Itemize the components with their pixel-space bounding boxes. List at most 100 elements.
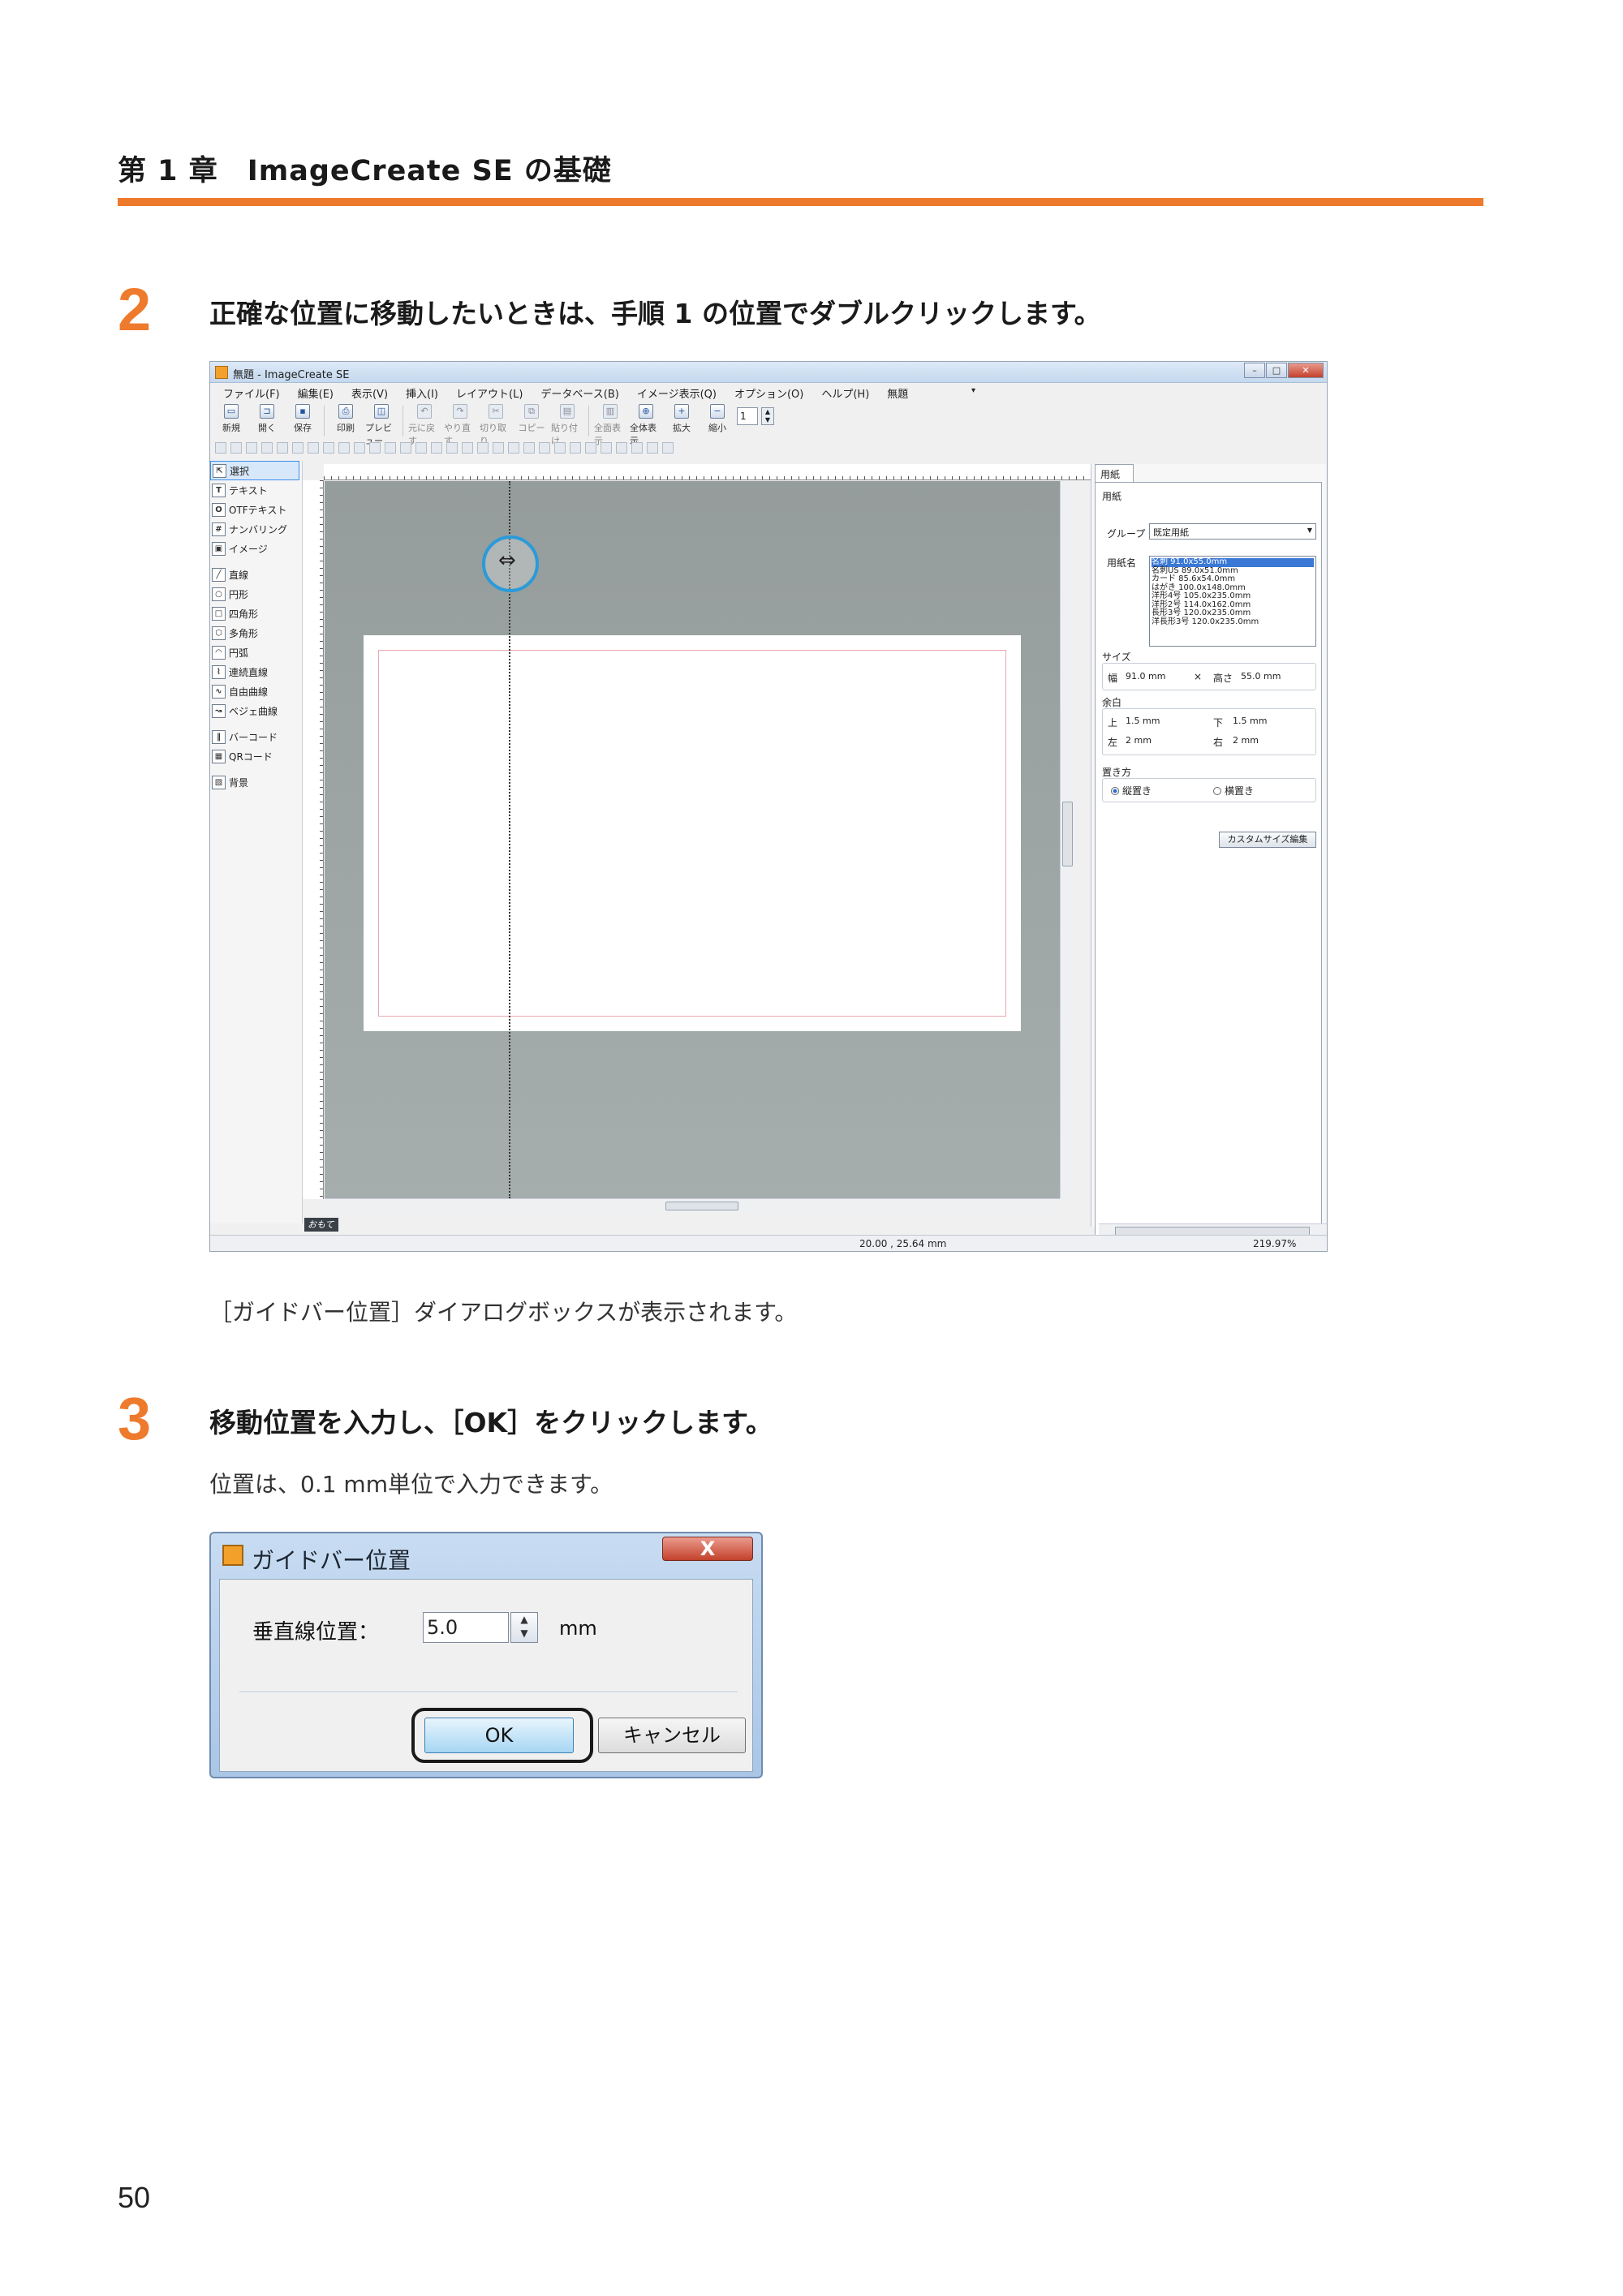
tool-qrcode[interactable]: ▦ QRコード — [210, 746, 302, 766]
paper-name-list[interactable]: 名刺 91.0x55.0mm 名刺US 89.0x51.0mm カード 85.6x5… — [1149, 556, 1316, 647]
menu-layout[interactable]: レイアウト(L) — [456, 385, 523, 401]
align-tool-icon[interactable] — [431, 442, 442, 454]
align-tool-icon[interactable] — [308, 442, 319, 454]
ok-button[interactable]: OK — [424, 1718, 574, 1753]
align-tool-icon[interactable] — [631, 442, 643, 454]
align-tool-icon[interactable] — [554, 442, 566, 454]
margin-bottom-value[interactable]: 1.5 mm — [1233, 716, 1267, 726]
margin-left-value[interactable]: 2 mm — [1126, 735, 1152, 746]
horizontal-scroll-thumb[interactable] — [665, 1202, 738, 1210]
tool-polyline[interactable]: ⌇ 連続直線 — [210, 662, 302, 681]
spin-up-icon[interactable]: ▲ — [520, 1614, 527, 1625]
portrait-radio[interactable]: 縦置き — [1111, 784, 1152, 798]
paper-list-item[interactable]: 長形3号 120.0x235.0mm — [1152, 608, 1314, 618]
align-tool-icon[interactable] — [446, 442, 458, 454]
dialog-close-button[interactable]: X — [662, 1537, 753, 1561]
tool-ellipse[interactable]: ○ 円形 — [210, 584, 302, 604]
cancel-button[interactable]: キャンセル — [598, 1718, 746, 1753]
design-canvas[interactable] — [325, 481, 1060, 1198]
menu-document[interactable]: 無題 — [887, 385, 908, 401]
align-tool-icon[interactable] — [277, 442, 288, 454]
menu-help[interactable]: ヘルプ(H) — [821, 385, 869, 401]
toolbar-button-3[interactable]: ⎙ 印刷 — [329, 404, 362, 438]
menu-insert[interactable]: 挿入(I) — [406, 385, 438, 401]
tool-background[interactable]: ▧ 背景 — [210, 772, 302, 792]
align-tool-icon[interactable] — [647, 442, 658, 454]
position-spinner[interactable]: ▲ ▼ — [510, 1612, 538, 1643]
toolbar-button-7[interactable]: ✂ 切り取り — [480, 404, 512, 446]
toolbar-button-11[interactable]: ⊕ 全体表示 — [630, 404, 662, 446]
align-tool-icon[interactable] — [369, 442, 381, 454]
align-tool-icon[interactable] — [662, 442, 674, 454]
group-select[interactable]: 既定用紙 — [1149, 523, 1316, 540]
canvas-vertical-scrollbar[interactable] — [1060, 481, 1074, 1198]
landscape-radio[interactable]: 横置き — [1213, 784, 1254, 798]
align-tool-icon[interactable] — [385, 442, 396, 454]
vertical-scroll-thumb[interactable] — [1062, 802, 1073, 866]
toolbar-button-4[interactable]: ◫ プレビュー — [365, 404, 398, 446]
toolbar-button-0[interactable]: ▭ 新規 — [215, 404, 248, 438]
front-side-tab[interactable]: おもて — [304, 1218, 338, 1232]
horizontal-ruler[interactable] — [324, 464, 1135, 480]
zoom-input[interactable]: 1 — [737, 407, 758, 425]
align-tool-icon[interactable] — [523, 442, 535, 454]
tool-text[interactable]: T テキスト — [210, 480, 302, 500]
tool-bezier[interactable]: ↝ ベジェ曲線 — [210, 701, 302, 720]
menu-options[interactable]: オプション(O) — [734, 385, 803, 401]
toolbar-button-2[interactable]: ▪ 保存 — [286, 404, 319, 438]
align-tool-icon[interactable] — [215, 442, 226, 454]
tool-image[interactable]: ▣ イメージ — [210, 539, 302, 558]
zoom-level[interactable]: 219.97% — [1253, 1238, 1296, 1249]
align-tool-icon[interactable] — [570, 442, 581, 454]
margin-top-value[interactable]: 1.5 mm — [1126, 716, 1160, 726]
menu-edit[interactable]: 編集(E) — [298, 385, 334, 401]
align-tool-icon[interactable] — [323, 442, 334, 454]
align-tool-icon[interactable] — [585, 442, 596, 454]
align-tool-icon[interactable] — [338, 442, 350, 454]
align-tool-icon[interactable] — [400, 442, 411, 454]
tool-select[interactable]: ⇱ 選択 — [210, 461, 299, 480]
close-button[interactable]: ✕ — [1288, 363, 1324, 378]
zoom-spinner-icon[interactable]: ▲ ▼ — [761, 407, 774, 425]
menu-view[interactable]: 表示(V) — [351, 385, 388, 401]
tool-line[interactable]: ╱ 直線 — [210, 565, 302, 584]
width-value[interactable]: 91.0 mm — [1126, 671, 1165, 681]
paper-list-item[interactable]: 洋形4号 105.0x235.0mm — [1152, 591, 1314, 601]
tool-polygon[interactable]: ⬡ 多角形 — [210, 623, 302, 643]
align-tool-icon[interactable] — [477, 442, 489, 454]
tool-otf-text[interactable]: O OTFテキスト — [210, 500, 302, 519]
vertical-ruler[interactable] — [303, 480, 324, 1199]
align-tool-icon[interactable] — [415, 442, 427, 454]
toolbar-button-10[interactable]: ▥ 全面表示 — [594, 404, 626, 446]
toolbar-button-9[interactable]: ▤ 貼り付け — [551, 404, 583, 446]
menu-database[interactable]: データベース(B) — [540, 385, 618, 401]
align-tool-icon[interactable] — [601, 442, 612, 454]
tool-rectangle[interactable]: □ 四角形 — [210, 604, 302, 623]
card-paper[interactable] — [364, 635, 1021, 1031]
custom-size-button[interactable]: カスタムサイズ編集 — [1219, 832, 1316, 848]
minimize-button[interactable]: – — [1244, 363, 1265, 378]
tool-freehand[interactable]: ∿ 自由曲線 — [210, 681, 302, 701]
paper-list-item[interactable]: 名刺 91.0x55.0mm — [1152, 557, 1314, 567]
align-tool-icon[interactable] — [354, 442, 365, 454]
toolbar-button-1[interactable]: ⊐ 開く — [251, 404, 283, 438]
margin-right-value[interactable]: 2 mm — [1233, 735, 1259, 746]
toolbar-button-13[interactable]: − 縮小 — [701, 404, 734, 438]
tool-barcode[interactable]: ‖ バーコード — [210, 727, 302, 746]
align-tool-icon[interactable] — [508, 442, 519, 454]
menu-file[interactable]: ファイル(F) — [223, 385, 280, 401]
menu-dropdown-arrow-icon[interactable]: ▾ — [971, 386, 975, 395]
toolbar-button-8[interactable]: ⧉ コピー — [515, 404, 548, 438]
vertical-line-position-input[interactable]: 5.0 — [423, 1612, 509, 1643]
align-tool-icon[interactable] — [616, 442, 627, 454]
align-tool-icon[interactable] — [493, 442, 504, 454]
paper-list-item[interactable]: カード 85.6x54.0mm — [1152, 574, 1314, 584]
toolbar-button-5[interactable]: ↶ 元に戻す — [408, 404, 441, 446]
tool-arc[interactable]: ◠ 円弧 — [210, 643, 302, 662]
align-tool-icon[interactable] — [230, 442, 242, 454]
maximize-button[interactable]: □ — [1266, 363, 1287, 378]
align-tool-icon[interactable] — [246, 442, 257, 454]
paper-list-item[interactable]: 洋長形3号 120.0x235.0mm — [1152, 617, 1314, 627]
toolbar-button-12[interactable]: + 拡大 — [665, 404, 698, 438]
align-tool-icon[interactable] — [261, 442, 273, 454]
